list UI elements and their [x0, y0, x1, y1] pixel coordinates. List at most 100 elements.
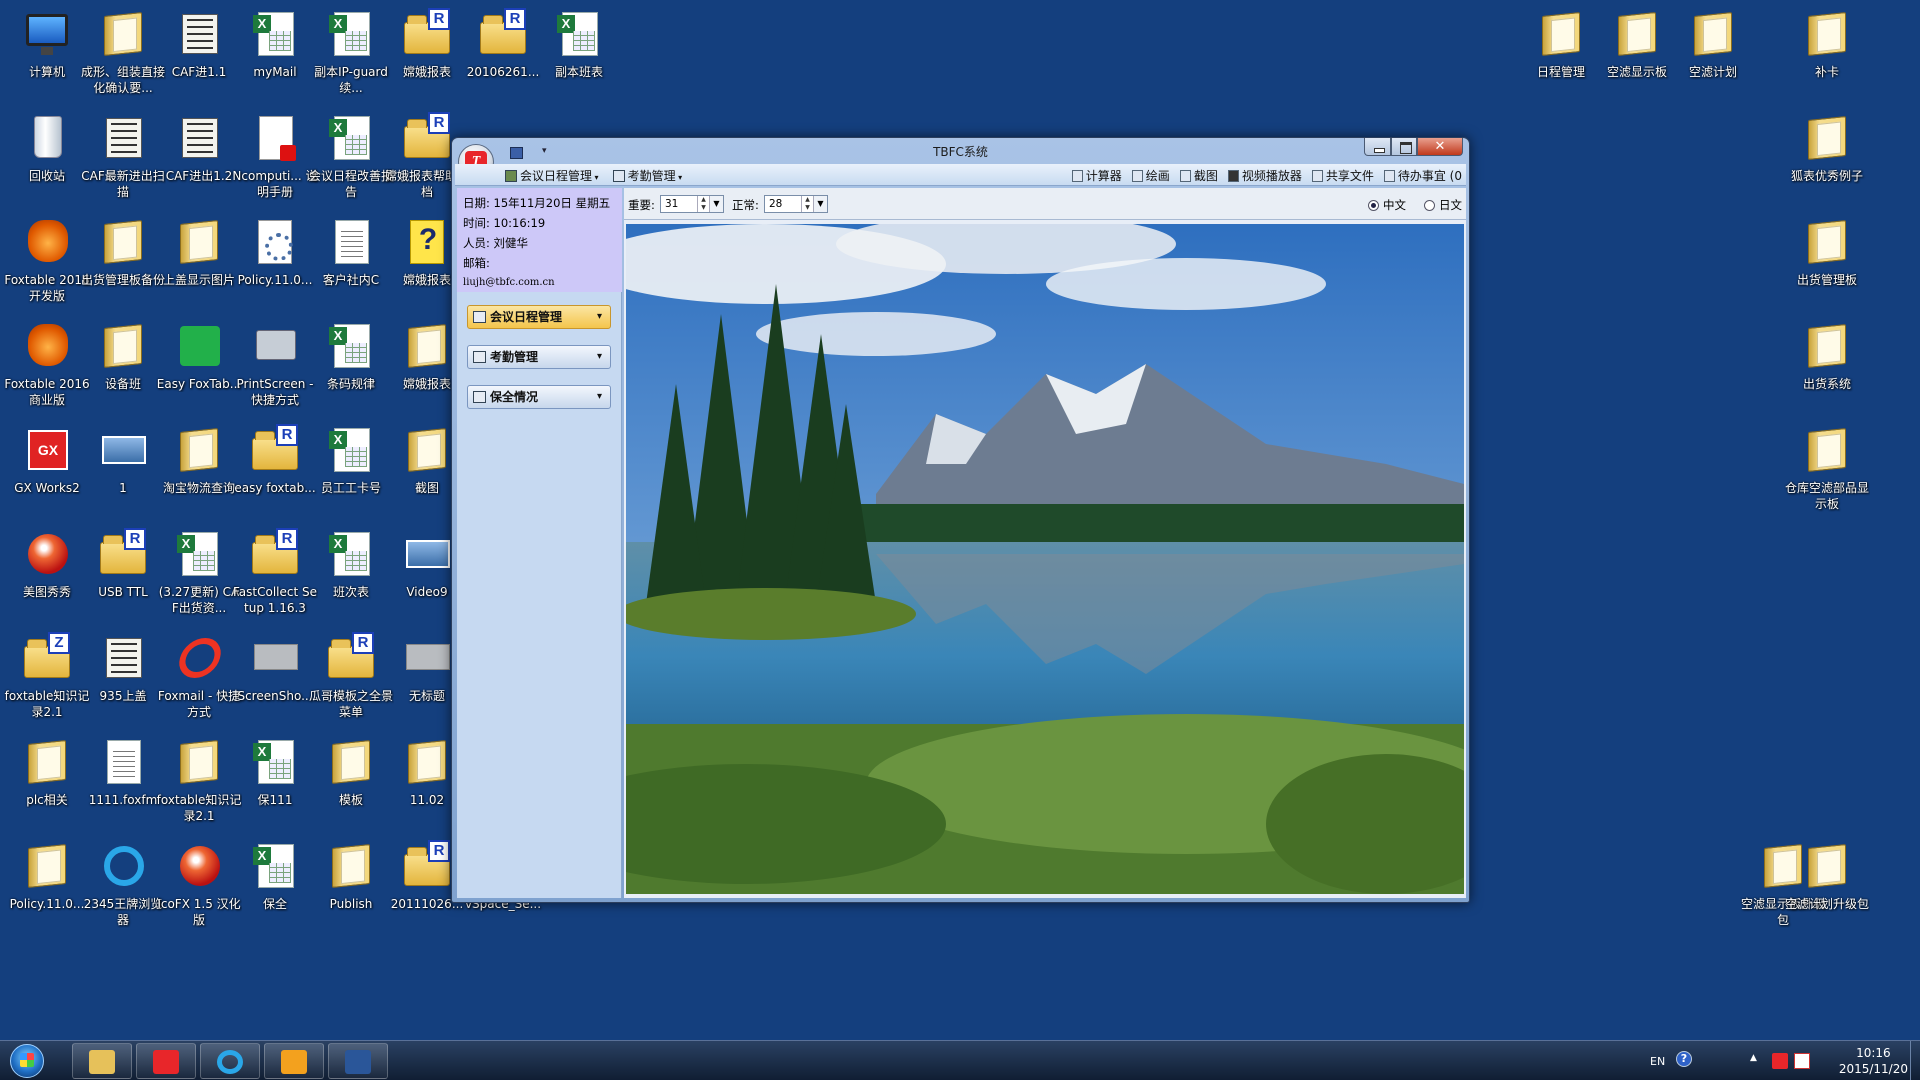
help-icon[interactable]: ? [1676, 1051, 1692, 1067]
desktop-icon[interactable]: R 瓜哥模板之全景菜单 [308, 626, 394, 730]
desktop-icon[interactable]: 成形、组装直接化确认要... [80, 2, 166, 106]
windows-logo-icon [10, 1044, 44, 1078]
desktop-icon[interactable]: 上盖显示图片 [156, 210, 242, 314]
desktop-icon[interactable]: CAF进1.1 [156, 2, 242, 106]
desktop-icon[interactable]: 补卡 [1784, 2, 1870, 106]
video-player-button[interactable]: 视频播放器 [1227, 167, 1302, 184]
menu-attendance[interactable]: 考勤管理 [612, 167, 683, 184]
desktop-icon[interactable]: 副本IP-guard续... [308, 2, 394, 106]
desktop-icon[interactable]: 计算机 [4, 2, 90, 106]
gray-icon [402, 632, 452, 682]
desktop-icon[interactable]: 日程管理 [1518, 2, 1604, 106]
excel-icon [250, 736, 300, 786]
show-hidden-icons[interactable]: ▲ [1750, 1053, 1757, 1063]
desktop-icon[interactable]: PrintScreen - 快捷方式 [232, 314, 318, 418]
shared-files-button[interactable]: 共享文件 [1311, 167, 1374, 184]
desktop-icon[interactable]: 狐表优秀例子 [1784, 106, 1870, 210]
desktop-icon[interactable]: 淘宝物流查询 [156, 418, 242, 522]
flag-icon[interactable] [1794, 1053, 1810, 1069]
desktop-icon[interactable]: Foxmail - 快捷方式 [156, 626, 242, 730]
desktop-icon[interactable]: Foxtable 2016 开发版 [4, 210, 90, 314]
desktop-icon[interactable]: R USB TTL [80, 522, 166, 626]
desktop-icon[interactable]: Easy FoxTab... [156, 314, 242, 418]
desktop-icon[interactable]: Policy.11.0... [232, 210, 318, 314]
quick-access-dropdown[interactable]: ▾ [542, 146, 547, 156]
desktop-icon[interactable]: 模板 [308, 730, 394, 834]
desktop-icon[interactable]: R 嫦娥报表 [384, 2, 470, 106]
desktop-icon[interactable]: 员工工卡号 [308, 418, 394, 522]
minimize-button[interactable] [1364, 138, 1391, 156]
side-attendance-button[interactable]: 考勤管理 [467, 345, 611, 369]
clock[interactable]: 10:16 2015/11/20 [1839, 1045, 1908, 1077]
important-spinner[interactable]: 31 ▲ ▼ ▼ [660, 195, 724, 213]
desktop-icon[interactable]: 班次表 [308, 522, 394, 626]
desktop-icon[interactable]: 条码规律 [308, 314, 394, 418]
language-indicator[interactable]: EN [1650, 1055, 1665, 1068]
todo-button[interactable]: 待办事宜 (0 [1383, 167, 1462, 184]
desktop-icon[interactable]: Publish [308, 834, 394, 938]
desktop-icon[interactable]: 2345王牌浏览器 [80, 834, 166, 938]
paint-button[interactable]: 绘画 [1131, 167, 1170, 184]
chevron-down-icon[interactable]: ▼ [813, 196, 827, 212]
desktop-icon[interactable]: 出货管理板 [1784, 210, 1870, 314]
desktop-icon-label: foxtable知识记录2.1 [156, 793, 242, 823]
screenshot-button[interactable]: 截图 [1179, 167, 1218, 184]
desktop-icon[interactable]: R 20106261... [460, 2, 546, 106]
desktop-icon[interactable]: 仓库空滤部品显示板 [1784, 418, 1870, 522]
spinner-arrows-icon[interactable]: ▲ ▼ [697, 196, 709, 212]
maximize-button[interactable] [1391, 138, 1417, 156]
desktop-icon[interactable]: 回收站 [4, 106, 90, 210]
show-desktop-button[interactable] [1910, 1041, 1920, 1080]
calculator-button[interactable]: 计算器 [1071, 167, 1122, 184]
desktop-icon[interactable]: 保111 [232, 730, 318, 834]
desktop-icon[interactable]: Reasy foxtab... [232, 418, 318, 522]
spinner-arrows-icon[interactable]: ▲ ▼ [801, 196, 813, 212]
side-meeting-schedule-button[interactable]: 会议日程管理 [467, 305, 611, 329]
desktop-icon[interactable]: (3.27更新) CAF出货资... [156, 522, 242, 626]
desktop-icon[interactable]: R FastCollect Setup 1.16.3 [232, 522, 318, 626]
close-button[interactable]: ✕ [1417, 138, 1463, 156]
side-maintenance-button[interactable]: 保全情况 [467, 385, 611, 409]
desktop-icon[interactable]: CAF进出1.2 [156, 106, 242, 210]
tbfc-tray-icon[interactable] [1772, 1053, 1788, 1069]
desktop-icon[interactable]: Ncomputi... 说明手册 [232, 106, 318, 210]
start-button[interactable] [4, 1042, 50, 1080]
desktop-icon-label: PrintScreen - 快捷方式 [236, 377, 314, 407]
desktop-icon[interactable]: Foxtable 2016 商业版 [4, 314, 90, 418]
desktop-icon[interactable]: Zfoxtable知识记录2.1 [4, 626, 90, 730]
chevron-down-icon[interactable]: ▼ [709, 196, 723, 212]
desktop-icon[interactable]: 设备班 [80, 314, 166, 418]
desktop-icon[interactable]: CAF最新进出扫描 [80, 106, 166, 210]
desktop-icon[interactable]: IcoFX 1.5 汉化版 [156, 834, 242, 938]
lang-chinese-radio[interactable]: 中文 [1368, 197, 1406, 213]
desktop-icon[interactable]: GX Works2 [4, 418, 90, 522]
desktop-icon[interactable]: 空滤计划 [1670, 2, 1756, 106]
desktop-icon[interactable]: plc相关 [4, 730, 90, 834]
taskbar-word[interactable] [328, 1043, 388, 1079]
desktop-icon[interactable]: ScreenSho... [232, 626, 318, 730]
save-icon[interactable] [510, 147, 523, 159]
desktop-icon[interactable]: Policy.11.0... [4, 834, 90, 938]
desktop-icon[interactable]: 1111.foxfm [80, 730, 166, 834]
desktop-icon[interactable]: 保全 [232, 834, 318, 938]
taskbar-browser[interactable] [200, 1043, 260, 1079]
desktop-icon[interactable]: 空滤计划升级包 [1784, 834, 1870, 938]
desktop-icon[interactable]: 1 [80, 418, 166, 522]
desktop-icon[interactable]: 会议日程改善报告 [308, 106, 394, 210]
desktop-icon[interactable]: 副本班表 [536, 2, 622, 106]
desktop-icon[interactable]: 客户社内C [308, 210, 394, 314]
taskbar-outlook[interactable] [264, 1043, 324, 1079]
lang-japanese-radio[interactable]: 日文 [1424, 197, 1462, 213]
desktop-icon[interactable]: foxtable知识记录2.1 [156, 730, 242, 834]
normal-spinner[interactable]: 28 ▲ ▼ ▼ [764, 195, 828, 213]
taskbar-tbfc-app[interactable] [136, 1043, 196, 1079]
desktop-icon[interactable]: 935上盖 [80, 626, 166, 730]
taskbar-explorer[interactable] [72, 1043, 132, 1079]
desktop-icon[interactable]: 出货系统 [1784, 314, 1870, 418]
title-bar[interactable]: TBFC系统 ✕ [452, 138, 1469, 160]
desktop-icon[interactable]: 美图秀秀 [4, 522, 90, 626]
desktop-icon[interactable]: 出货管理板备份 [80, 210, 166, 314]
desktop-icon[interactable]: 空滤显示板 [1594, 2, 1680, 106]
menu-meeting-schedule[interactable]: 会议日程管理 [505, 167, 599, 184]
desktop-icon[interactable]: myMail [232, 2, 318, 106]
